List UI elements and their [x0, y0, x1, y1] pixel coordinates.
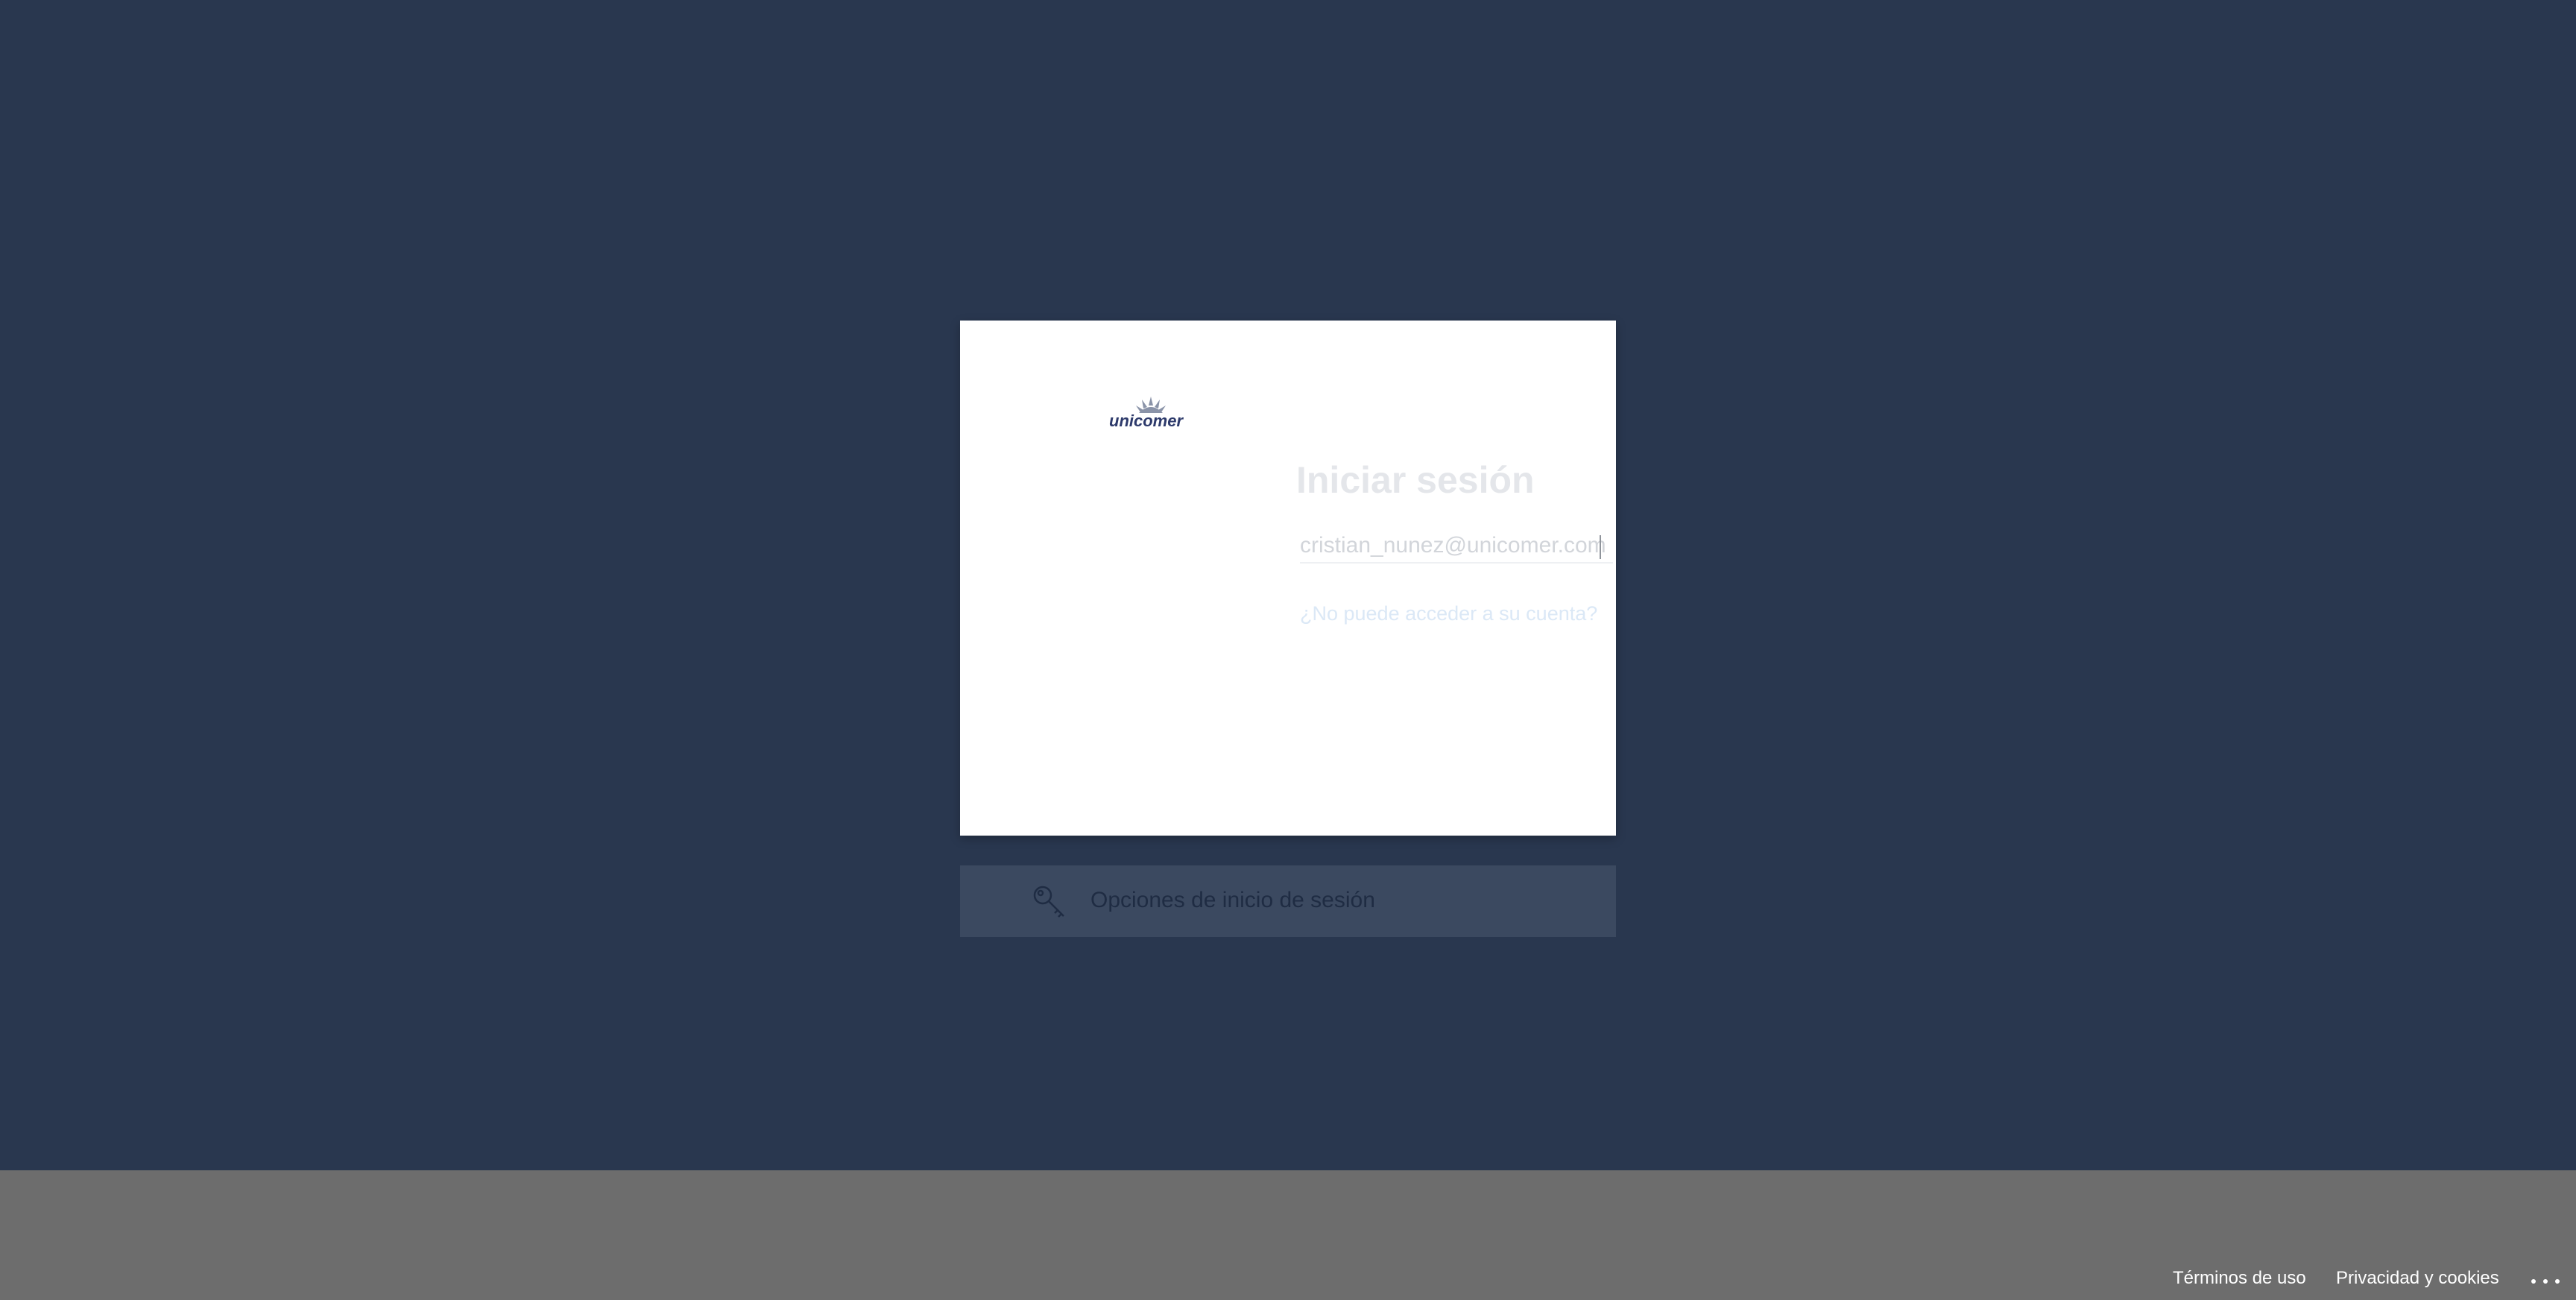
company-logo: unicomer [1109, 394, 1193, 431]
cant-access-account-link[interactable]: ¿No puede acceder a su cuenta? [1300, 602, 1597, 625]
signin-options-button[interactable]: Opciones de inicio de sesión [960, 865, 1616, 937]
page-title: Iniciar sesión [1296, 459, 1535, 501]
text-cursor [1600, 535, 1601, 559]
privacy-cookies-link[interactable]: Privacidad y cookies [2336, 1268, 2499, 1289]
ellipsis-dot [2543, 1279, 2548, 1284]
ellipsis-dot [2531, 1279, 2536, 1284]
key-icon [1033, 886, 1064, 918]
footer-bar: Términos de uso Privacidad y cookies [0, 1170, 2576, 1300]
signin-card: unicomer Iniciar sesión ¿No puede accede… [960, 321, 1616, 836]
terms-of-use-link[interactable]: Términos de uso [2173, 1268, 2306, 1289]
signin-options-label: Opciones de inicio de sesión [1090, 888, 1375, 912]
logo-text: unicomer [1109, 411, 1184, 430]
ellipsis-icon[interactable] [2530, 1278, 2563, 1287]
email-field[interactable] [1300, 529, 1613, 564]
ellipsis-dot [2555, 1279, 2560, 1284]
